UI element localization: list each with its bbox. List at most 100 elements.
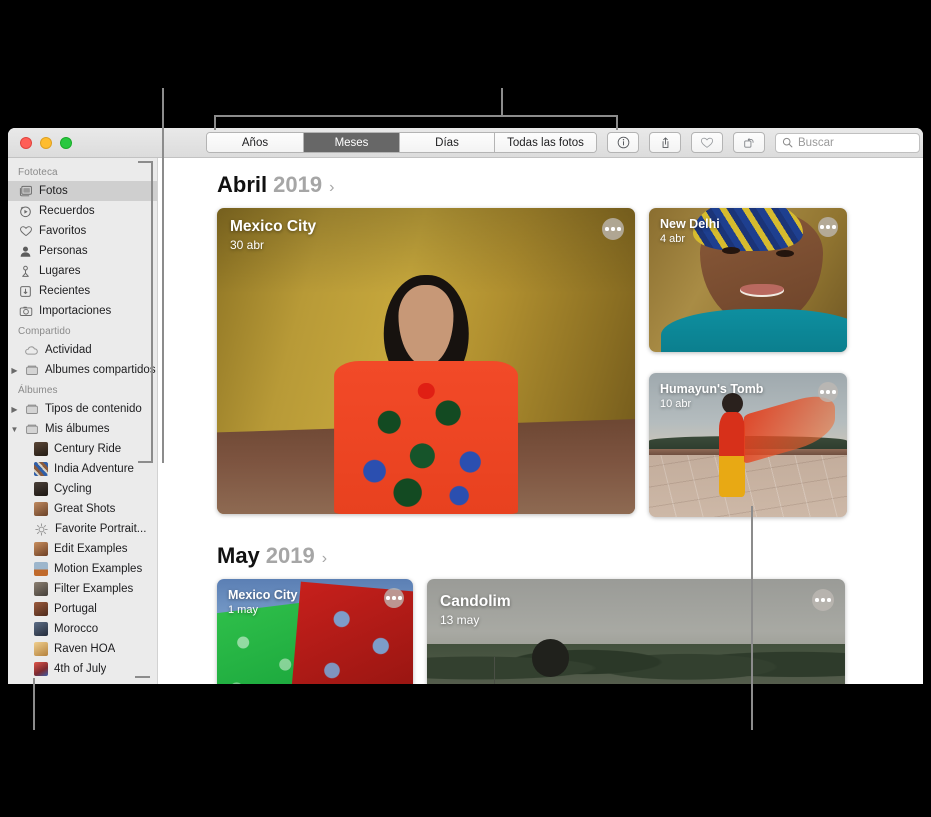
smart-album-icon [34, 522, 49, 536]
sidebar-album-label: Edit Examples [54, 543, 128, 555]
sidebar-album-label: 4th of July [54, 663, 107, 675]
more-options-button[interactable] [818, 217, 838, 237]
sidebar-album-raven-hoa[interactable]: Raven HOA [8, 639, 157, 659]
chevron-right-icon[interactable]: › [329, 179, 334, 197]
sidebar-item-albumes-compartidos[interactable]: ▶ Álbumes compartidos [8, 360, 157, 380]
photos-grid[interactable]: Abril 2019 › Mexico City 30 abr New Delh… [159, 158, 923, 684]
disclosure-spacer: ▶ [10, 346, 19, 355]
sidebar-album-label: Portugal [54, 603, 97, 615]
sidebar-item-label: Mis álbumes [45, 423, 110, 435]
card-date: 4 abr [660, 233, 686, 245]
sidebar-album-india-adventure[interactable]: India Adventure [8, 459, 157, 479]
tab-days[interactable]: Días [400, 133, 495, 152]
rotate-button[interactable] [733, 132, 765, 153]
chevron-right-icon[interactable]: ▶ [10, 366, 19, 375]
sidebar-album-label: Century Ride [54, 443, 122, 455]
sidebar-item-label: Favoritos [39, 225, 87, 237]
sidebar-album-portugal[interactable]: Portugal [8, 599, 157, 619]
sidebar-album-label: Favorite Portrait... [55, 523, 147, 535]
sidebar-album-edit-examples[interactable]: Edit Examples [8, 539, 157, 559]
callout-sidebar-bracket-bottom [138, 461, 153, 463]
more-options-button[interactable] [812, 589, 834, 611]
sidebar-album-motion-examples[interactable]: Motion Examples [8, 559, 157, 579]
callout-albums-pointer-line [33, 678, 35, 730]
sidebar-item-label: Recientes [39, 285, 91, 297]
card-title: Mexico City [228, 588, 298, 602]
share-button[interactable] [649, 132, 681, 153]
callout-view-selector-bracket-right [616, 115, 618, 130]
photo-card-new-delhi[interactable]: New Delhi 4 abr [649, 208, 847, 352]
month-row-abril: Mexico City 30 abr New Delhi 4 abr Humay… [159, 208, 923, 517]
month-row-may: Mexico City 1 may Candolim 13 may [159, 579, 923, 684]
zoom-window-button[interactable] [60, 136, 72, 149]
search-placeholder: Buscar [798, 136, 834, 149]
sidebar-album-cycling[interactable]: Cycling [8, 479, 157, 499]
sidebar-item-tipos-de-contenido[interactable]: ▶ Tipos de contenido [8, 399, 157, 419]
sidebar-album-label: Great Shots [54, 503, 116, 515]
share-icon [662, 136, 668, 148]
sidebar-item-label: Tipos de contenido [45, 403, 142, 415]
info-button[interactable] [607, 132, 639, 153]
sidebar-album-favorite-portraits[interactable]: Favorite Portrait... [8, 519, 157, 539]
month-name: May [217, 543, 260, 568]
chevron-right-icon[interactable]: ▶ [10, 405, 19, 414]
tab-years[interactable]: Años [207, 133, 304, 152]
album-thumbnail [34, 562, 48, 576]
month-header-may[interactable]: May 2019 › [159, 517, 923, 579]
photo-card-humayuns-tomb[interactable]: Humayun's Tomb 10 abr [649, 373, 847, 517]
tab-all-photos[interactable]: Todas las fotos [495, 133, 596, 152]
sidebar-album-great-shots[interactable]: Great Shots [8, 499, 157, 519]
heart-icon [700, 137, 714, 148]
callout-albums-bracket-top [135, 676, 150, 678]
more-options-button[interactable] [602, 218, 624, 240]
sidebar-album-century-ride[interactable]: Century Ride [8, 439, 157, 459]
more-options-button[interactable] [818, 382, 838, 402]
card-title: Candolim [440, 593, 511, 610]
card-date: 1 may [228, 604, 258, 616]
search-field[interactable]: Buscar [775, 132, 920, 153]
sidebar-item-actividad[interactable]: ▶ Actividad [8, 340, 157, 360]
album-thumbnail [34, 442, 48, 456]
sidebar-item-importaciones[interactable]: Importaciones [8, 301, 157, 321]
sidebar-item-label: Álbumes compartidos [45, 364, 156, 376]
sidebar[interactable]: Fototeca Fotos Recuerdos Favoritos Perso… [8, 158, 158, 684]
callout-view-selector-bracket-left [214, 115, 216, 130]
callout-sidebar-stem [162, 88, 164, 463]
memories-icon [18, 204, 33, 218]
search-icon [782, 137, 793, 148]
sidebar-item-lugares[interactable]: Lugares [8, 261, 157, 281]
sidebar-item-personas[interactable]: Personas [8, 241, 157, 261]
sidebar-item-mis-albumes[interactable]: ▼ Mis álbumes [8, 419, 157, 439]
tab-months[interactable]: Meses [304, 133, 400, 152]
callout-sidebar-bracket-top [138, 161, 153, 163]
sidebar-item-favoritos[interactable]: Favoritos [8, 221, 157, 241]
abril-right-stack: New Delhi 4 abr Humayun's Tomb 10 abr [649, 208, 847, 517]
more-options-button[interactable] [384, 588, 404, 608]
month-header-abril[interactable]: Abril 2019 › [159, 158, 923, 208]
sidebar-item-recuerdos[interactable]: Recuerdos [8, 201, 157, 221]
sidebar-item-label: Lugares [39, 265, 81, 277]
chevron-right-icon[interactable]: › [322, 550, 327, 568]
photo-card-mexico-city-abril[interactable]: Mexico City 30 abr [217, 208, 635, 514]
sidebar-item-label: Importaciones [39, 305, 112, 317]
sidebar-album-filter-examples[interactable]: Filter Examples [8, 579, 157, 599]
sidebar-item-recientes[interactable]: Recientes [8, 281, 157, 301]
view-mode-segmented-control[interactable]: Años Meses Días Todas las fotos [206, 132, 597, 153]
close-window-button[interactable] [20, 136, 32, 149]
sidebar-item-fotos[interactable]: Fotos [8, 181, 157, 201]
month-year: 2019 [265, 543, 315, 568]
window-titlebar: Años Meses Días Todas las fotos Buscar [8, 128, 923, 158]
sidebar-album-morocco[interactable]: Morocco [8, 619, 157, 639]
chevron-down-icon[interactable]: ▼ [10, 425, 19, 434]
sidebar-album-label: Motion Examples [54, 563, 143, 575]
card-title: Humayun's Tomb [660, 382, 764, 396]
favorite-button[interactable] [691, 132, 723, 153]
camera-icon [18, 304, 33, 318]
pin-icon [18, 264, 33, 278]
photo-card-mexico-city-may[interactable]: Mexico City 1 may [217, 579, 413, 684]
folder-icon [24, 363, 39, 377]
sidebar-item-label: Personas [39, 245, 88, 257]
minimize-window-button[interactable] [40, 136, 52, 149]
cloud-icon [24, 343, 39, 357]
photo-card-candolim[interactable]: Candolim 13 may [427, 579, 845, 684]
